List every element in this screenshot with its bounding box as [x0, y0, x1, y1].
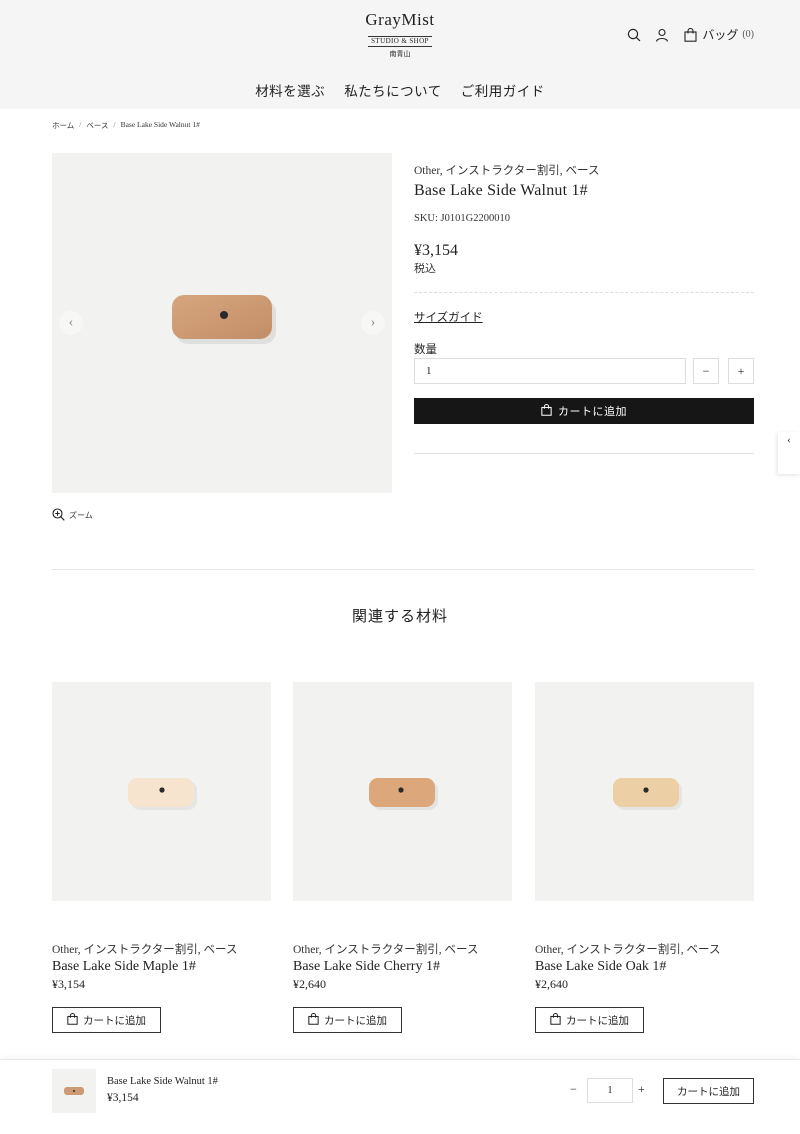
product-price: ¥3,154: [414, 242, 458, 259]
breadcrumb: ホーム / ベース / Base Lake Side Walnut 1#: [52, 120, 200, 131]
bag-button[interactable]: バッグ (0): [682, 26, 754, 43]
sticky-product-name: Base Lake Side Walnut 1#: [107, 1076, 218, 1087]
related-title: 関連する材料: [351, 609, 448, 625]
product-image: [172, 295, 276, 344]
related-product-categories: Other, インストラクター割引, ベース: [52, 944, 238, 956]
main-nav: 材料を選ぶ 私たちについて ご利用ガイド: [0, 80, 800, 100]
breadcrumb-separator: /: [113, 120, 116, 129]
zoom-icon: [52, 508, 65, 523]
breadcrumb-base[interactable]: ベース: [86, 120, 108, 131]
divider: [414, 453, 754, 454]
product-thumbnail: [128, 778, 197, 810]
zoom-button[interactable]: ズーム: [52, 508, 93, 523]
related-product-title[interactable]: Base Lake Side Cherry 1#: [293, 959, 440, 975]
side-drawer-toggle[interactable]: ‹: [778, 432, 800, 474]
related-product-card[interactable]: Other, インストラクター割引, ベース Base Lake Side Ch…: [293, 682, 512, 1033]
section-divider: [52, 569, 754, 570]
related-product-card[interactable]: Other, インストラクター割引, ベース Base Lake Side Ma…: [52, 682, 271, 1033]
related-product-price: ¥2,640: [293, 977, 326, 991]
related-product-title[interactable]: Base Lake Side Maple 1#: [52, 959, 196, 975]
sticky-quantity-decrease-button[interactable]: −: [570, 1082, 577, 1097]
product-sku: SKU: J0101G2200010: [414, 213, 510, 224]
related-product-image[interactable]: [293, 682, 512, 901]
sticky-quantity-input[interactable]: 1: [587, 1078, 633, 1103]
add-to-cart-label: カートに追加: [558, 406, 627, 418]
sticky-quantity-increase-button[interactable]: +: [638, 1082, 645, 1097]
related-add-to-cart-button[interactable]: カートに追加: [52, 1007, 161, 1033]
size-guide-link[interactable]: サイズガイド: [414, 309, 483, 325]
related-product-card[interactable]: Other, インストラクター割引, ベース Base Lake Side Oa…: [535, 682, 754, 1033]
search-icon[interactable]: [626, 27, 642, 43]
product-categories[interactable]: Other, インストラクター割引, ベース: [414, 162, 599, 178]
related-product-title[interactable]: Base Lake Side Oak 1#: [535, 959, 666, 975]
logo-location: 南青山: [389, 50, 411, 58]
related-product-image[interactable]: [535, 682, 754, 901]
chevron-right-icon: ›: [370, 315, 376, 330]
breadcrumb-current: Base Lake Side Walnut 1#: [120, 120, 200, 129]
add-to-cart-button[interactable]: カートに追加: [414, 398, 754, 424]
bag-icon: [308, 1012, 319, 1028]
gallery-prev-button[interactable]: ‹: [59, 311, 83, 335]
add-to-cart-label: カートに追加: [324, 1015, 387, 1027]
product-thumbnail: [613, 778, 682, 810]
related-product-price: ¥3,154: [52, 977, 85, 991]
sticky-add-to-cart-button[interactable]: カートに追加: [663, 1078, 754, 1104]
quantity-increase-button[interactable]: +: [728, 358, 754, 384]
chevron-left-icon: ‹: [787, 434, 791, 446]
related-product-price: ¥2,640: [535, 977, 568, 991]
divider: [414, 292, 754, 293]
product-tax-note: 税込: [414, 263, 436, 275]
bag-icon: [541, 403, 552, 419]
product-gallery[interactable]: ‹ ›: [52, 153, 392, 493]
bag-icon: [682, 27, 698, 43]
header-actions: バッグ (0): [626, 26, 754, 43]
nav-item-materials[interactable]: 材料を選ぶ: [255, 80, 325, 100]
nav-item-about[interactable]: 私たちについて: [344, 80, 442, 100]
related-add-to-cart-button[interactable]: カートに追加: [293, 1007, 402, 1033]
bag-label: バッグ: [702, 28, 739, 42]
sticky-cart-bar: Base Lake Side Walnut 1# ¥3,154 − 1 + カー…: [0, 1059, 800, 1119]
site-header: GrayMist STUDIO & SHOP 南青山 バッグ (0) 材料を選ぶ…: [0, 0, 800, 109]
bag-icon: [550, 1012, 561, 1028]
related-product-categories: Other, インストラクター割引, ベース: [293, 944, 479, 956]
quantity-decrease-button[interactable]: −: [693, 358, 719, 384]
add-to-cart-label: カートに追加: [566, 1015, 629, 1027]
add-to-cart-label: カートに追加: [83, 1015, 146, 1027]
bag-count: (0): [742, 29, 754, 40]
related-product-image[interactable]: [52, 682, 271, 901]
user-icon[interactable]: [654, 27, 670, 43]
quantity-label: 数量: [414, 344, 437, 356]
logo-subtitle: STUDIO & SHOP: [368, 36, 432, 47]
nav-item-guide[interactable]: ご利用ガイド: [461, 80, 545, 100]
quantity-input[interactable]: 1: [414, 358, 686, 384]
related-add-to-cart-button[interactable]: カートに追加: [535, 1007, 644, 1033]
gallery-next-button[interactable]: ›: [361, 311, 385, 335]
bag-icon: [67, 1012, 78, 1028]
chevron-left-icon: ‹: [68, 315, 74, 330]
product-thumbnail: [369, 778, 438, 810]
related-product-categories: Other, インストラクター割引, ベース: [535, 944, 721, 956]
sticky-product-thumbnail: [52, 1069, 96, 1113]
product-title: Base Lake Side Walnut 1#: [414, 182, 588, 199]
sticky-product-price: ¥3,154: [107, 1092, 139, 1104]
zoom-label: ズーム: [69, 511, 93, 520]
breadcrumb-home[interactable]: ホーム: [52, 120, 74, 131]
breadcrumb-separator: /: [79, 120, 82, 129]
